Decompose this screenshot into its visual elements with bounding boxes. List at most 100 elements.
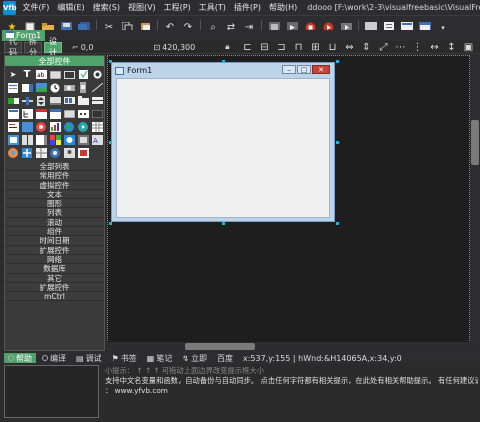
statusbar-icon[interactable]: [49, 95, 61, 106]
progressbar-icon[interactable]: [7, 95, 19, 106]
updown-icon[interactable]: [35, 95, 47, 106]
category-item[interactable]: 文本: [5, 189, 104, 200]
minimize-icon[interactable]: –: [282, 65, 296, 74]
panel-icon[interactable]: [7, 134, 19, 145]
color-icon[interactable]: [7, 147, 19, 158]
category-item[interactable]: 常用控件: [5, 171, 104, 181]
category-item[interactable]: 扩展控件: [5, 282, 104, 293]
menu-help[interactable]: 帮助(H): [265, 2, 301, 13]
custom-control-icon[interactable]: [77, 147, 89, 158]
label-icon[interactable]: T: [21, 69, 33, 80]
form-window[interactable]: Form1 – □ ✕: [111, 62, 335, 222]
same-width-icon[interactable]: ⇔: [342, 39, 358, 55]
calendar-icon[interactable]: [49, 108, 61, 119]
listview-icon[interactable]: [7, 108, 19, 119]
menu-edit[interactable]: 编辑(E): [53, 2, 88, 13]
bring-front-icon[interactable]: ▣: [461, 39, 477, 55]
resize-handle[interactable]: [109, 60, 112, 63]
timer-icon[interactable]: [49, 82, 61, 93]
picture-icon[interactable]: [63, 134, 75, 145]
resize-handle[interactable]: [109, 222, 112, 225]
resize-handle[interactable]: [336, 222, 339, 225]
network-icon[interactable]: [49, 147, 61, 158]
category-item[interactable]: 网络: [5, 254, 104, 265]
resize-handle[interactable]: [109, 141, 112, 144]
align-bottom-icon[interactable]: ⊔: [325, 39, 341, 55]
align-top-icon[interactable]: ⊓: [291, 39, 307, 55]
user-control-icon[interactable]: [63, 147, 75, 158]
category-item[interactable]: mCtrl: [5, 292, 104, 302]
frame-icon[interactable]: [63, 69, 75, 80]
align-left-icon[interactable]: ⊏: [240, 39, 256, 55]
category-item[interactable]: 全部列表: [5, 162, 104, 172]
menu-view[interactable]: 视图(V): [124, 2, 160, 13]
horizontal-scroll-thumb[interactable]: [185, 343, 255, 350]
scrollpanel-icon[interactable]: [35, 134, 47, 145]
close-icon[interactable]: ✕: [312, 65, 330, 74]
link-icon[interactable]: A: [91, 134, 103, 145]
richedit-icon[interactable]: [7, 121, 19, 132]
tab-baidu[interactable]: 百度: [213, 353, 237, 363]
globe-icon[interactable]: [63, 121, 75, 132]
menu-file[interactable]: 文件(F): [18, 2, 53, 13]
grid-control-icon[interactable]: [91, 121, 103, 132]
tab-compile[interactable]: 编译: [38, 353, 70, 363]
hscroll-icon[interactable]: [63, 82, 75, 93]
category-item[interactable]: 虚拟控件: [5, 180, 104, 190]
tab-debug[interactable]: ▤ 调试: [72, 353, 106, 363]
chart-icon[interactable]: [49, 121, 61, 132]
same-size-icon[interactable]: ⤢: [376, 39, 392, 55]
resize-handle[interactable]: [222, 60, 225, 63]
tab-bookmarks[interactable]: ⚑ 书签: [108, 353, 141, 363]
tabcontrol-icon[interactable]: [77, 95, 89, 106]
button-image-icon[interactable]: [77, 134, 89, 145]
table-icon[interactable]: [35, 147, 47, 158]
shape-icon[interactable]: [21, 121, 33, 132]
menu-search[interactable]: 搜索(S): [89, 2, 124, 13]
datetime-icon[interactable]: [35, 108, 47, 119]
center-h-icon[interactable]: ↔: [427, 39, 443, 55]
category-item[interactable]: 列表: [5, 208, 104, 218]
vscroll-icon[interactable]: [77, 82, 89, 93]
align-middle-icon[interactable]: ⊞: [308, 39, 324, 55]
tab-help[interactable]: 帮助: [4, 353, 36, 363]
tab-immediate[interactable]: ↯ 立即: [178, 353, 211, 363]
trackbar-icon[interactable]: [21, 95, 33, 106]
treeview-icon[interactable]: [21, 108, 33, 119]
vertical-scroll-thumb[interactable]: [471, 120, 479, 165]
vertical-scrollbar[interactable]: [470, 55, 480, 351]
checkbox-icon[interactable]: [77, 69, 89, 80]
menu-tools[interactable]: 工具(T): [195, 2, 230, 13]
resize-handle[interactable]: [336, 141, 339, 144]
same-height-icon[interactable]: ⇕: [359, 39, 375, 55]
category-item[interactable]: 时间日期: [5, 236, 104, 246]
listbox-icon[interactable]: [7, 82, 19, 93]
design-mode-button[interactable]: 设计: [44, 37, 62, 57]
crosshair-icon[interactable]: [21, 147, 33, 158]
tab-notes[interactable]: ▦ 笔记: [143, 353, 177, 363]
media-icon[interactable]: [77, 121, 89, 132]
center-v-icon[interactable]: ↕: [444, 39, 460, 55]
hspace-icon[interactable]: ⋯: [393, 39, 409, 55]
vspace-icon[interactable]: ⋮: [410, 39, 426, 55]
pointer-icon[interactable]: ➤: [7, 69, 19, 80]
lock-icon[interactable]: 🔒︎: [225, 42, 229, 52]
rebar-icon[interactable]: [91, 95, 103, 106]
browser-icon[interactable]: [35, 121, 47, 132]
split-mode-button[interactable]: 拆分: [24, 37, 42, 57]
align-right-icon[interactable]: ⊐: [274, 39, 290, 55]
code-mode-button[interactable]: 代码: [4, 37, 22, 57]
category-item[interactable]: 滚动: [5, 217, 104, 228]
menu-plugins[interactable]: 插件(P): [230, 2, 265, 13]
category-item[interactable]: 其它: [5, 273, 104, 283]
splitter-icon[interactable]: [21, 134, 33, 145]
hotkey-icon[interactable]: [63, 108, 75, 119]
imagelist-icon[interactable]: [49, 134, 61, 145]
controls-panel-header[interactable]: 全部控件: [5, 56, 104, 66]
option-icon[interactable]: [91, 69, 103, 80]
combobox-icon[interactable]: [21, 82, 33, 93]
menu-project[interactable]: 工程(P): [160, 2, 195, 13]
animate-icon[interactable]: [91, 108, 103, 119]
align-center-icon[interactable]: ⊟: [257, 39, 273, 55]
resize-handle[interactable]: [222, 222, 225, 225]
